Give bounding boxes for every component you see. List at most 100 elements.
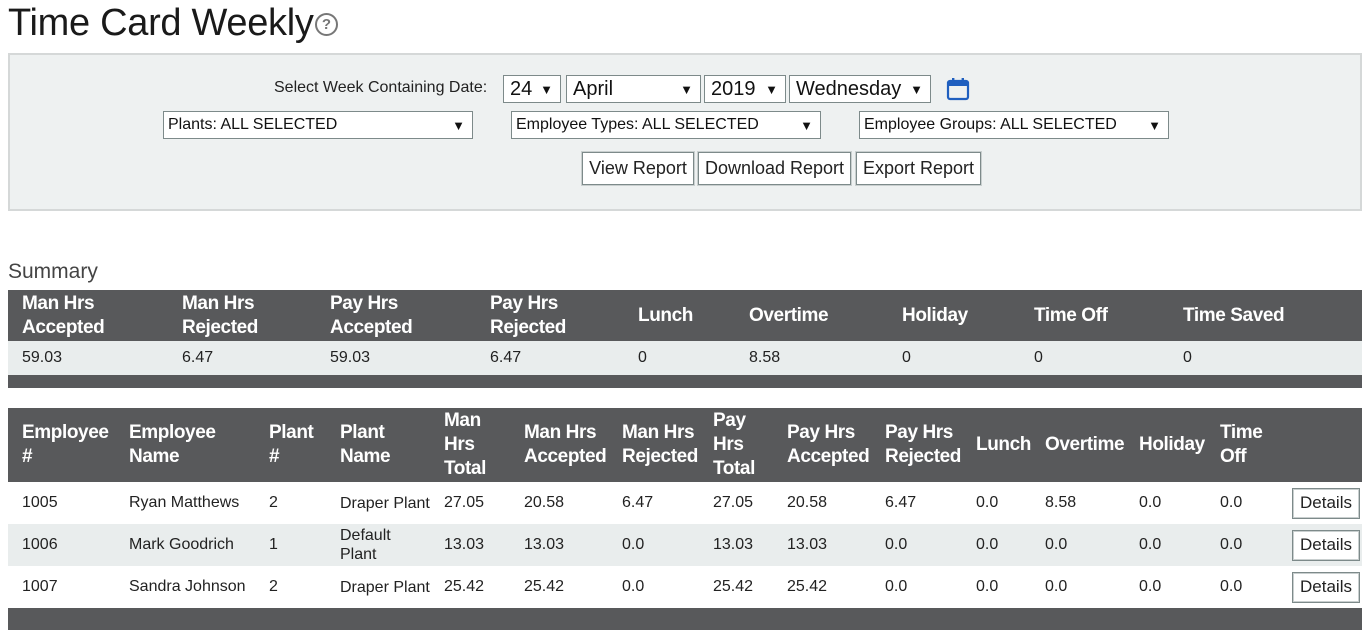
employee-table: Employee # Employee Name Plant # Plant N…	[8, 408, 1362, 608]
table-cell: Draper Plant	[340, 494, 430, 512]
summary-header: Time Off	[1020, 290, 1169, 341]
table-cell: 27.05	[713, 494, 754, 511]
details-button[interactable]: Details	[1292, 571, 1360, 603]
table-cell: 13.03	[510, 524, 608, 566]
table-cell: 6.47	[622, 494, 654, 511]
table-cell: 0.0	[885, 578, 908, 595]
chevron-down-icon: ▼	[765, 81, 778, 97]
employee-types-select[interactable]: Employee Types: ALL SELECTED ▼	[511, 111, 821, 139]
table-cell: 0.0	[1125, 524, 1206, 566]
summary-cell: 8.58	[735, 341, 888, 375]
summary-header: Holiday	[888, 290, 1020, 341]
table-cell: 8.58	[1045, 494, 1077, 511]
table-cell: 25.42	[524, 578, 565, 595]
table-cell: 0.0	[622, 578, 645, 595]
table-cell: 27.05	[444, 494, 485, 511]
table-cell: 1005	[22, 494, 58, 511]
summary-label: Summary	[8, 260, 98, 283]
summary-header: Overtime	[735, 290, 888, 341]
table-cell: 0.0	[871, 524, 962, 566]
column-header: Man Hrs Rejected	[608, 408, 699, 482]
summary-cell: 6.47	[168, 341, 316, 375]
download-report-button[interactable]: Download Report	[698, 152, 851, 185]
table-cell: 20.58	[787, 494, 828, 511]
column-header: Holiday	[1125, 408, 1206, 482]
table-cell: 0.0	[976, 494, 999, 511]
column-header: Time Off	[1206, 408, 1279, 482]
month-select[interactable]: April ▼	[566, 75, 701, 103]
table-cell: 13.03	[430, 524, 510, 566]
table-cell: Draper Plant	[340, 578, 430, 596]
table-cell: 0.0	[1031, 524, 1125, 566]
plants-select[interactable]: Plants: ALL SELECTED ▼	[163, 111, 473, 139]
chevron-down-icon: ▼	[910, 81, 923, 97]
chevron-down-icon: ▼	[1148, 117, 1161, 133]
summary-header: Man Hrs Accepted	[8, 290, 168, 341]
table-cell: Sandra Johnson	[129, 578, 246, 595]
chevron-down-icon: ▼	[540, 81, 553, 97]
column-header: Plant #	[255, 408, 326, 482]
column-header: Pay Hrs Accepted	[773, 408, 871, 482]
employee-header-row: Employee # Employee Name Plant # Plant N…	[8, 408, 1362, 482]
weekday-select[interactable]: Wednesday ▼	[789, 75, 931, 103]
chevron-down-icon: ▼	[452, 117, 465, 133]
table-cell: 6.47	[885, 494, 917, 511]
help-icon[interactable]: ?	[315, 13, 338, 36]
table-cell: 25.42	[444, 578, 485, 595]
table-cell: 2	[269, 494, 278, 511]
summary-table: Man Hrs Accepted Man Hrs Rejected Pay Hr…	[8, 290, 1362, 388]
date-label: Select Week Containing Date:	[274, 79, 488, 96]
column-header: Pay Hrs Total	[699, 408, 773, 482]
table-cell: 13.03	[699, 524, 773, 566]
summary-cell: 59.03	[8, 341, 168, 375]
column-header: Plant Name	[326, 408, 430, 482]
table-cell: Ryan Matthews	[129, 494, 240, 511]
summary-header: Lunch	[624, 290, 735, 341]
table-footer-bar	[8, 608, 1362, 630]
table-cell: 0.0	[976, 578, 999, 595]
table-cell: 20.58	[524, 494, 565, 511]
calendar-icon[interactable]	[946, 77, 970, 101]
table-cell: 0.0	[608, 524, 699, 566]
summary-cell: 0	[1020, 341, 1169, 375]
column-header: Lunch	[962, 408, 1031, 482]
table-row: 1007 Sandra Johnson 2 Draper Plant 25.42…	[8, 566, 1362, 608]
table-cell: 0.0	[1045, 578, 1068, 595]
table-cell: 1006	[8, 524, 115, 566]
chevron-down-icon: ▼	[800, 117, 813, 133]
summary-footer	[8, 375, 1362, 388]
column-header: Overtime	[1031, 408, 1125, 482]
summary-cell: 0	[1169, 341, 1362, 375]
summary-row: 59.03 6.47 59.03 6.47 0 8.58 0 0 0	[8, 341, 1362, 375]
table-cell: 0.0	[1206, 524, 1279, 566]
export-report-button[interactable]: Export Report	[856, 152, 981, 185]
details-button[interactable]: Details	[1292, 529, 1360, 561]
column-header: Employee Name	[115, 408, 255, 482]
day-select[interactable]: 24 ▼	[503, 75, 561, 103]
details-button[interactable]: Details	[1292, 487, 1360, 519]
table-row: 1005 Ryan Matthews 2 Draper Plant 27.05 …	[8, 482, 1362, 524]
view-report-button[interactable]: View Report	[582, 152, 694, 185]
summary-cell: 6.47	[476, 341, 624, 375]
table-cell: 0.0	[1220, 494, 1243, 511]
table-cell: 0.0	[1220, 578, 1243, 595]
summary-cell: 0	[624, 341, 735, 375]
table-row: 1006 Mark Goodrich 1 Default Plant 13.03…	[8, 524, 1362, 566]
table-cell: 0.0	[962, 524, 1031, 566]
summary-header-row: Man Hrs Accepted Man Hrs Rejected Pay Hr…	[8, 290, 1362, 341]
column-header: Employee #	[8, 408, 115, 482]
summary-cell: 59.03	[316, 341, 476, 375]
table-cell: 25.42	[713, 578, 754, 595]
column-header-actions	[1279, 408, 1362, 482]
summary-header: Time Saved	[1169, 290, 1362, 341]
summary-cell: 0	[888, 341, 1020, 375]
summary-header: Pay Hrs Rejected	[476, 290, 624, 341]
table-cell: 0.0	[1139, 578, 1162, 595]
table-cell: 1	[255, 524, 326, 566]
year-select[interactable]: 2019 ▼	[704, 75, 786, 103]
table-cell: 2	[269, 578, 278, 595]
employee-groups-select[interactable]: Employee Groups: ALL SELECTED ▼	[859, 111, 1169, 139]
column-header: Man Hrs Accepted	[510, 408, 608, 482]
table-cell: Mark Goodrich	[115, 524, 255, 566]
table-cell: 25.42	[787, 578, 828, 595]
